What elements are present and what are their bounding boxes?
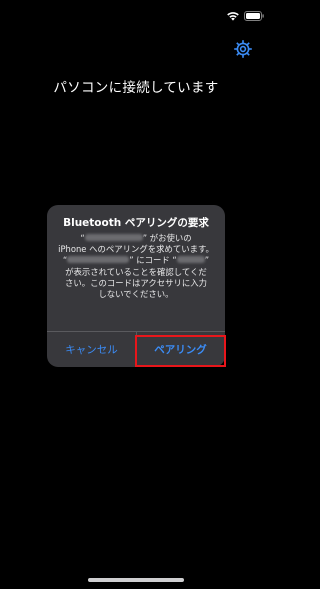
message-line-3: “” にコード “”	[62, 255, 210, 266]
message-line-5: さい。このコードはアクセサリに入力	[65, 277, 207, 288]
status-bar	[0, 0, 272, 30]
alert-title: Bluetooth ペアリングの要求	[63, 217, 209, 229]
wifi-icon	[227, 12, 239, 21]
redacted-device-name	[67, 256, 130, 264]
home-indicator[interactable]	[88, 578, 184, 582]
message-line-6: しないでください。	[98, 289, 174, 300]
message-line-2: iPhone へのペアリングを求めています。	[58, 244, 214, 255]
gear-icon[interactable]	[233, 39, 253, 59]
cancel-button[interactable]: キャンセル	[47, 331, 136, 367]
redacted-code	[176, 256, 205, 264]
alert-message: “” がお使いの iPhone へのペアリングを求めています。 “” にコード …	[55, 233, 217, 300]
pair-button[interactable]: ペアリング	[136, 331, 225, 367]
bluetooth-pairing-alert: Bluetooth ペアリングの要求 “” がお使いの iPhone へのペアリ…	[47, 205, 225, 367]
message-line-1: “” がお使いの	[80, 233, 192, 243]
battery-icon	[244, 11, 264, 21]
page-title: パソコンに接続しています	[53, 80, 219, 96]
redacted-device-name	[84, 234, 143, 241]
message-line-4: が表示されていることを確認してくだ	[65, 266, 207, 277]
